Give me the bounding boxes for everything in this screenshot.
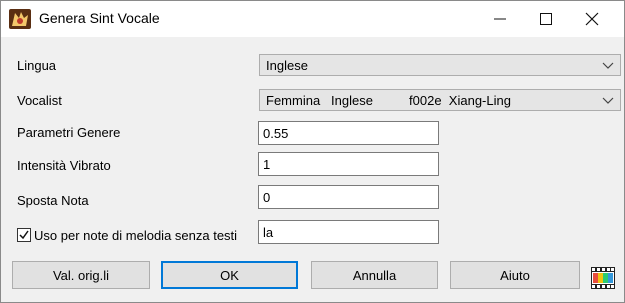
maximize-icon — [540, 13, 552, 25]
uso-checkbox[interactable] — [17, 228, 31, 242]
vibrato-label: Intensità Vibrato — [17, 158, 111, 173]
vocalist-dropdown[interactable]: Femmina Inglese f002e Xiang-Ling — [259, 89, 621, 111]
vibrato-value: 1 — [263, 157, 271, 172]
chevron-down-icon — [602, 62, 614, 69]
uso-field[interactable]: la — [258, 220, 439, 244]
lingua-dropdown[interactable]: Inglese — [259, 54, 621, 76]
defaults-button[interactable]: Val. orig.li — [12, 261, 150, 289]
uso-value: la — [263, 225, 274, 240]
close-icon — [585, 12, 599, 26]
maximize-button[interactable] — [523, 1, 569, 37]
app-icon — [9, 9, 31, 29]
vibrato-field[interactable]: 1 — [258, 152, 439, 176]
sposta-field[interactable]: 0 — [258, 185, 439, 209]
close-button[interactable] — [569, 1, 615, 37]
minimize-icon — [494, 18, 506, 20]
parametri-value: 0.55 — [263, 126, 289, 141]
lingua-label: Lingua — [17, 58, 57, 73]
video-clip-icon[interactable] — [591, 267, 615, 289]
lingua-value: Inglese — [266, 58, 308, 73]
sposta-label: Sposta Nota — [17, 193, 89, 208]
dialog-window: Genera Sint Vocale Lingua Inglese Vocali… — [0, 0, 625, 303]
parametri-field[interactable]: 0.55 — [258, 121, 439, 145]
minimize-button[interactable] — [477, 1, 523, 37]
cancel-button[interactable]: Annulla — [311, 261, 438, 289]
ok-button[interactable]: OK — [161, 261, 298, 289]
vocalist-value: Femmina Inglese f002e Xiang-Ling — [266, 93, 511, 108]
title-bar: Genera Sint Vocale — [1, 1, 624, 37]
window-title: Genera Sint Vocale — [39, 10, 160, 26]
help-button[interactable]: Aiuto — [450, 261, 580, 289]
sposta-value: 0 — [263, 190, 271, 205]
chevron-down-icon — [602, 97, 614, 104]
parametri-label: Parametri Genere — [17, 125, 121, 140]
uso-label[interactable]: Uso per note di melodia senza testi — [34, 228, 237, 243]
vocalist-label: Vocalist — [17, 93, 62, 108]
checkmark-icon — [19, 230, 29, 240]
